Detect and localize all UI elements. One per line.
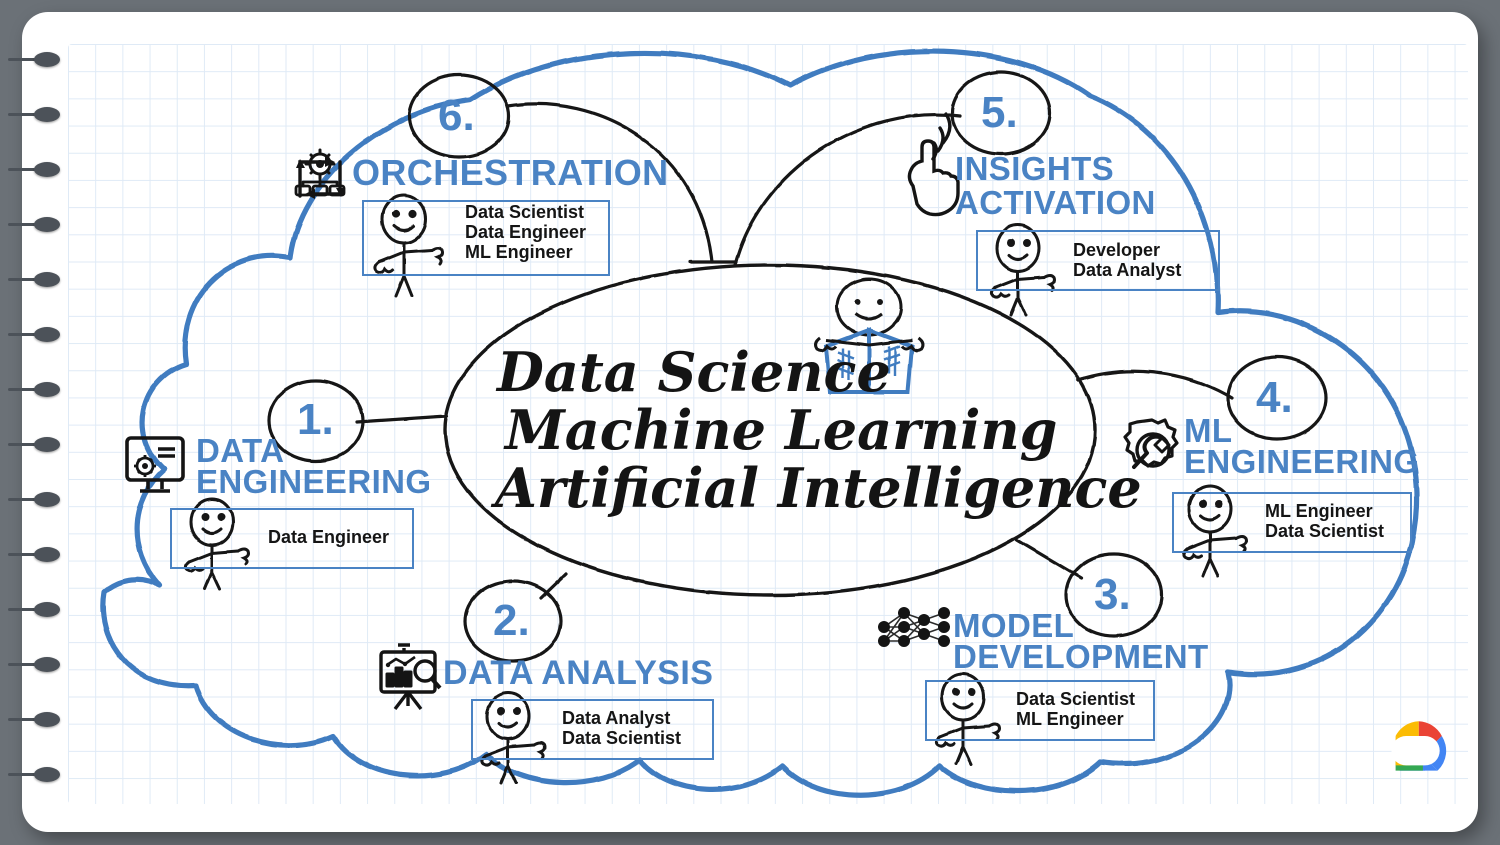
role-list-4: ML Engineer Data Scientist: [1265, 501, 1384, 541]
stage-title-3-line2: DEVELOPMENT: [953, 638, 1209, 675]
connector-to-stage-2: [539, 572, 568, 600]
role-item: Data Scientist: [562, 728, 682, 749]
role-list-2: Data Analyst Data Scientist: [562, 708, 681, 748]
role-item: Data Scientist: [1265, 521, 1385, 542]
stage-title-6: ORCHESTRATION: [352, 152, 669, 193]
stage-number-6: 6.: [438, 91, 475, 140]
orchestration-loop-gear-icon: [294, 148, 346, 199]
connector-to-stage-5: [733, 113, 962, 267]
stage-number-1: 1.: [297, 395, 334, 444]
connector-to-stage-4: [1076, 369, 1234, 400]
stage-number-5: 5.: [981, 88, 1018, 137]
screenshot-root: 1. 2. 3. 4. 5. 6. ORCHESTRATION INSIGHTS…: [0, 0, 1500, 845]
tap-hand-icon: [907, 112, 960, 217]
stage-title-4-line2: ENGINEERING: [1184, 443, 1420, 480]
role-item: Data Scientist: [1016, 689, 1136, 709]
stage-title-1-line2: ENGINEERING: [196, 463, 432, 500]
connector-to-stage-3: [1015, 538, 1083, 580]
role-item: Data Engineer: [268, 527, 390, 547]
center-line-2: Machine Learning: [505, 398, 1058, 462]
neural-network-icon: [878, 607, 950, 647]
role-list-5: Developer Data Analyst: [1073, 240, 1181, 280]
stage-number-2: 2.: [493, 596, 530, 645]
center-line-3: Artificial Intelligence: [495, 456, 1142, 520]
role-item: ML Engineer: [465, 242, 573, 263]
stage-title-5-line2: ACTIVATION: [955, 184, 1156, 221]
stage-number-4: 4.: [1256, 373, 1293, 422]
role-list-1: Data Engineer: [268, 527, 389, 547]
role-item: Data Scientist: [465, 202, 585, 222]
stage-number-3: 3.: [1094, 570, 1131, 619]
stage-title-5-line1: INSIGHTS: [955, 150, 1115, 187]
center-line-1: Data Science: [497, 340, 891, 404]
role-list-6: Data Scientist Data Engineer ML Engineer: [465, 202, 586, 262]
google-cloud-logo: [1391, 721, 1447, 771]
chart-board-magnifier-icon: [379, 643, 442, 711]
role-item: Data Analyst: [1073, 260, 1182, 281]
role-item: Data Engineer: [465, 222, 587, 243]
stage-title-2: DATA ANALYSIS: [443, 654, 714, 692]
connector-to-stage-1: [355, 414, 449, 424]
role-item: ML Engineer: [1265, 501, 1373, 521]
role-item: Data Analyst: [562, 708, 671, 728]
role-item: ML Engineer: [1016, 709, 1124, 730]
role-list-3: Data Scientist ML Engineer: [1016, 689, 1135, 729]
role-item: Developer: [1073, 240, 1161, 260]
